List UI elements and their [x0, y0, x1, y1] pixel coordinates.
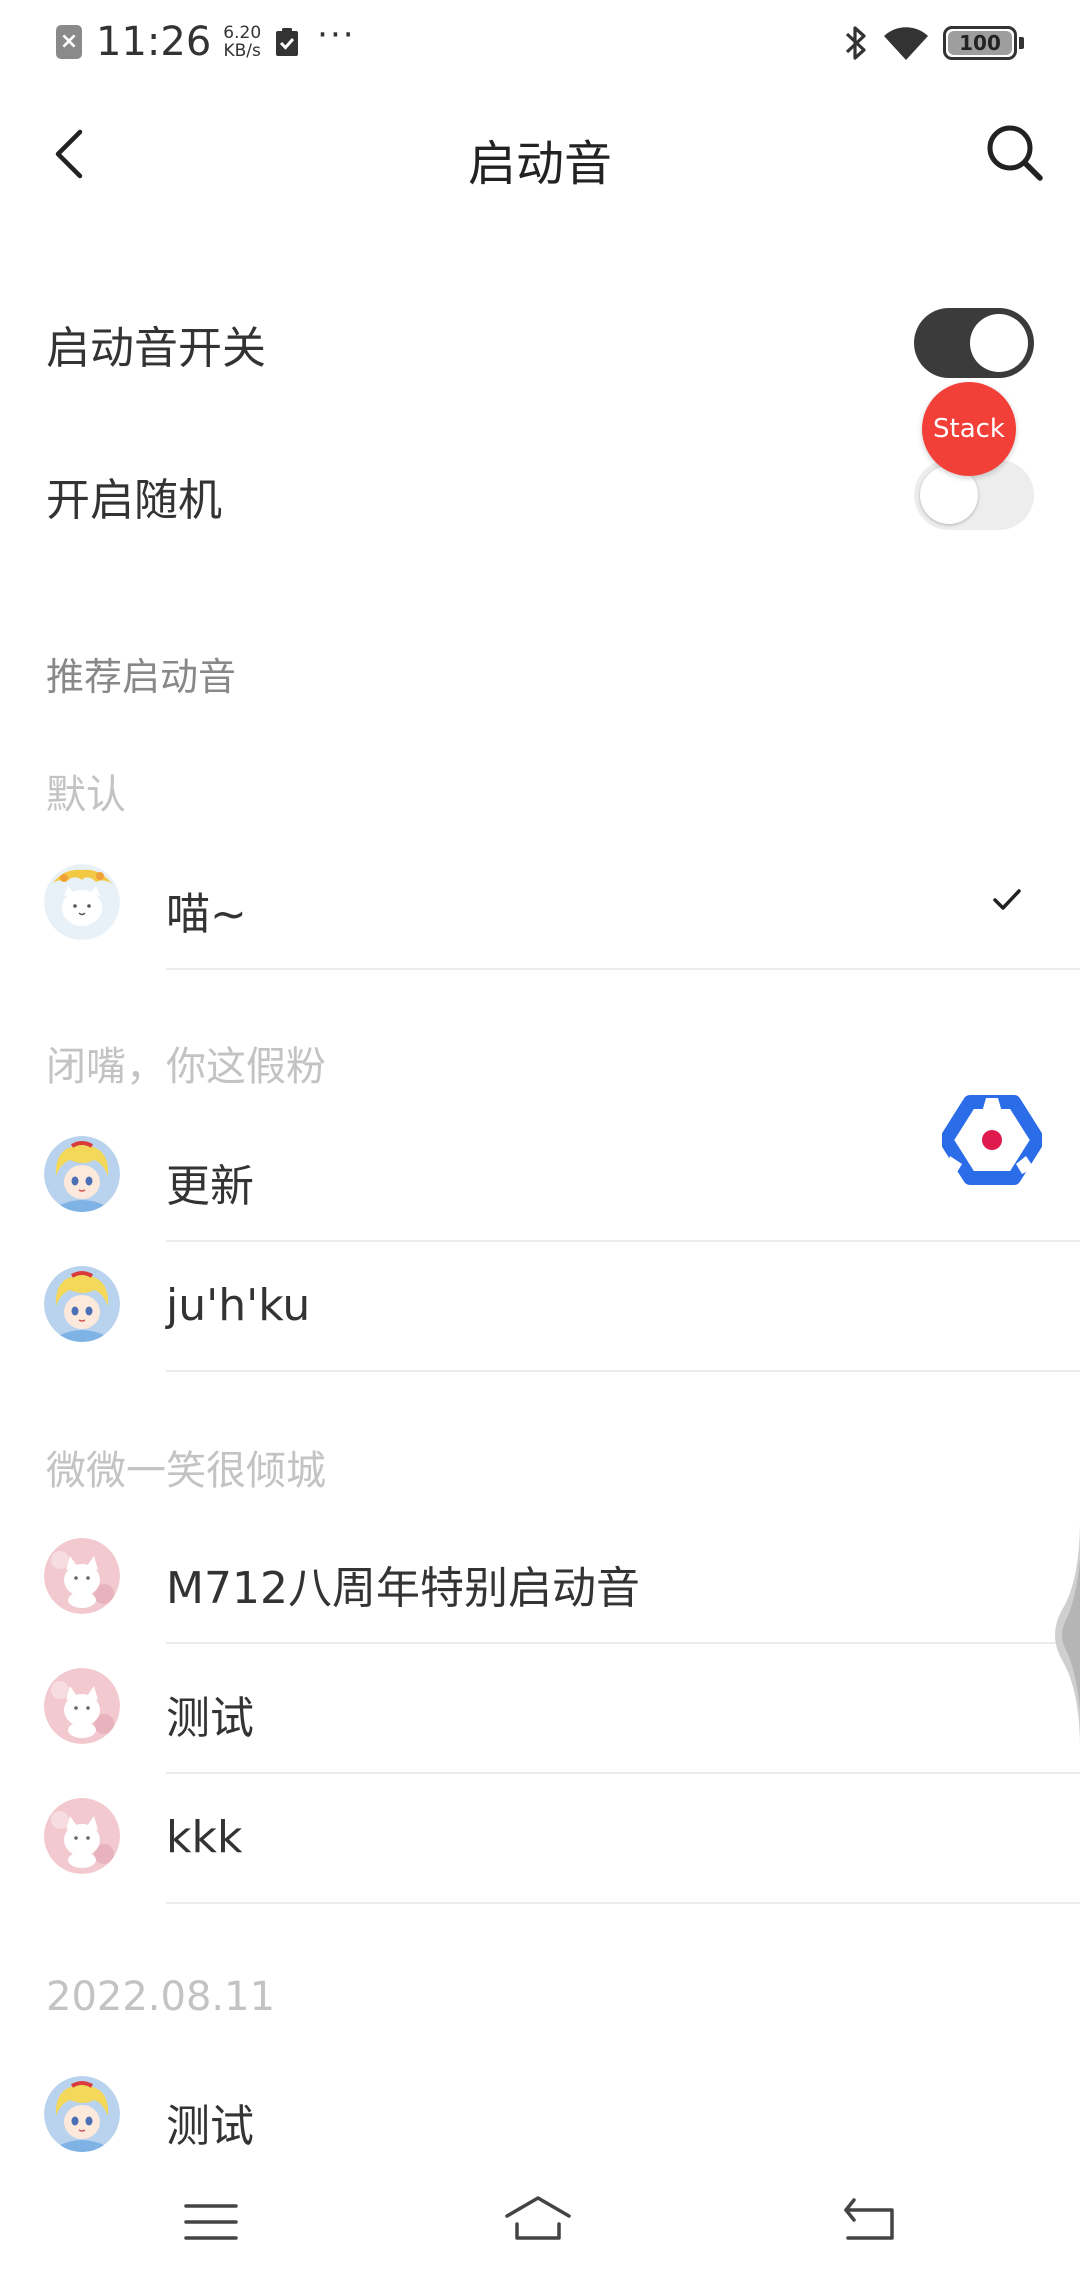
- network-speed-value: 6.20: [223, 23, 262, 43]
- divider: [166, 1902, 1080, 1904]
- status-bar-left: × 11:26 6.20 KB/s ···: [56, 14, 356, 70]
- toggle-knob: [970, 314, 1028, 372]
- more-notifications-icon: ···: [317, 15, 356, 55]
- list-item[interactable]: 测试: [0, 1644, 1080, 1774]
- header: 启动音: [0, 110, 1080, 200]
- battery-level: 100: [959, 31, 1001, 55]
- group-title: 闭嘴，你这假粉: [46, 1044, 326, 1090]
- item-label: 更新: [166, 1161, 254, 1212]
- item-label: ju'h'ku: [166, 1280, 311, 1331]
- status-time: 11:26: [96, 19, 212, 65]
- avatar: [44, 2076, 120, 2152]
- clipboard-check-icon: [276, 28, 299, 56]
- list-item[interactable]: kkk: [0, 1774, 1080, 1904]
- item-label: 喵~: [166, 889, 247, 940]
- item-label: M712八周年特别启动音: [166, 1563, 640, 1614]
- list-item[interactable]: 测试: [0, 2052, 1080, 2182]
- battery-nub: [1019, 37, 1024, 49]
- item-label: kkk: [166, 1812, 243, 1863]
- startup-sound-switch-label: 启动音开关: [46, 323, 266, 374]
- list-item[interactable]: M712八周年特别启动音: [0, 1514, 1080, 1644]
- startup-sound-toggle[interactable]: [914, 308, 1034, 378]
- home-icon[interactable]: [503, 2192, 573, 2252]
- floating-app-logo-icon[interactable]: [942, 1094, 1042, 1186]
- group-title: 微微一笑很倾城: [46, 1448, 326, 1494]
- item-label: 测试: [166, 1693, 254, 1744]
- search-icon[interactable]: [980, 118, 1050, 188]
- item-label: 测试: [166, 2101, 254, 2152]
- menu-icon[interactable]: [176, 2192, 246, 2252]
- avatar: [44, 1668, 120, 1744]
- startup-sound-switch-row: 启动音开关: [0, 282, 1080, 392]
- recommended-section-title: 推荐启动音: [46, 655, 237, 699]
- random-switch-row: 开启随机: [0, 434, 1080, 544]
- bluetooth-icon: [845, 26, 866, 60]
- bottom-navigation-bar: [0, 2170, 1080, 2280]
- notification-x-icon: ×: [56, 25, 82, 59]
- group-title: 默认: [46, 772, 126, 818]
- network-speed: 6.20 KB/s: [223, 24, 261, 60]
- avatar: [44, 1798, 120, 1874]
- avatar: [44, 1136, 120, 1212]
- avatar: [44, 864, 120, 940]
- edge-gesture-handle[interactable]: [1040, 1520, 1080, 1750]
- battery-icon: 100: [943, 26, 1017, 60]
- list-item[interactable]: 喵~: [0, 840, 1080, 970]
- wifi-icon: [884, 27, 928, 60]
- return-icon[interactable]: [834, 2192, 904, 2252]
- group-title: 2022.08.11: [46, 1974, 276, 2020]
- random-switch-label: 开启随机: [46, 475, 222, 526]
- status-bar: × 11:26 6.20 KB/s ··· 100: [0, 0, 1080, 84]
- list-item[interactable]: 更新: [0, 1112, 1080, 1242]
- status-bar-right: 100: [843, 18, 1024, 68]
- startup-sound-screen: × 11:26 6.20 KB/s ··· 100 启动音 启动音开关 开启随机…: [0, 0, 1080, 2280]
- avatar: [44, 1538, 120, 1614]
- check-icon: [993, 889, 1021, 910]
- divider: [166, 1370, 1080, 1372]
- divider: [166, 968, 1080, 970]
- list-item[interactable]: ju'h'ku: [0, 1242, 1080, 1372]
- avatar: [44, 1266, 120, 1342]
- network-speed-unit: KB/s: [223, 41, 261, 61]
- page-title: 启动音: [467, 136, 612, 192]
- stack-floating-button[interactable]: Stack: [922, 382, 1016, 476]
